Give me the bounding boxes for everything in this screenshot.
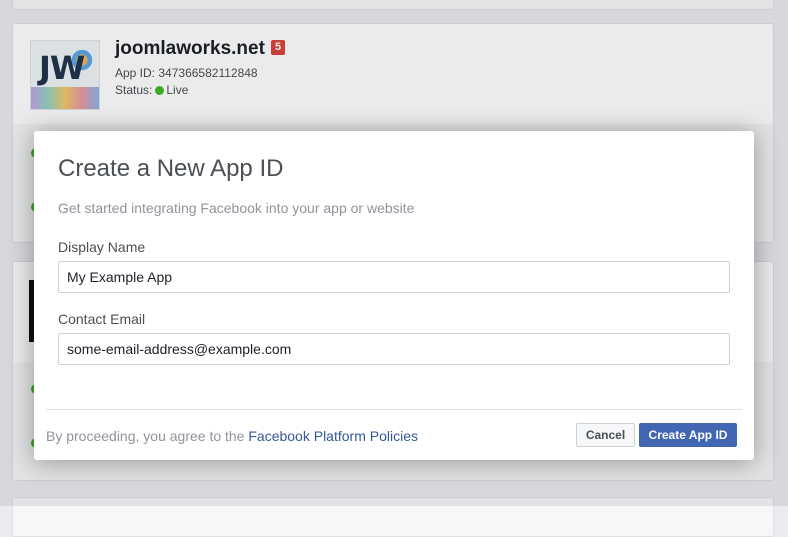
contact-email-input[interactable] [58, 333, 730, 365]
dialog-title: Create a New App ID [58, 155, 284, 182]
contact-email-label: Contact Email [58, 311, 146, 327]
footer-divider [46, 409, 742, 410]
display-name-label: Display Name [58, 239, 146, 255]
policy-notice: By proceeding, you agree to the Facebook… [46, 428, 418, 444]
display-name-input[interactable] [58, 261, 730, 293]
create-app-id-button[interactable]: Create App ID [639, 423, 737, 447]
dialog-subtitle: Get started integrating Facebook into yo… [58, 200, 415, 216]
cancel-button[interactable]: Cancel [576, 423, 635, 447]
platform-policies-link[interactable]: Facebook Platform Policies [248, 428, 418, 444]
policy-prefix: By proceeding, you agree to the [46, 428, 245, 444]
create-app-dialog: Create a New App ID Get started integrat… [34, 131, 754, 460]
